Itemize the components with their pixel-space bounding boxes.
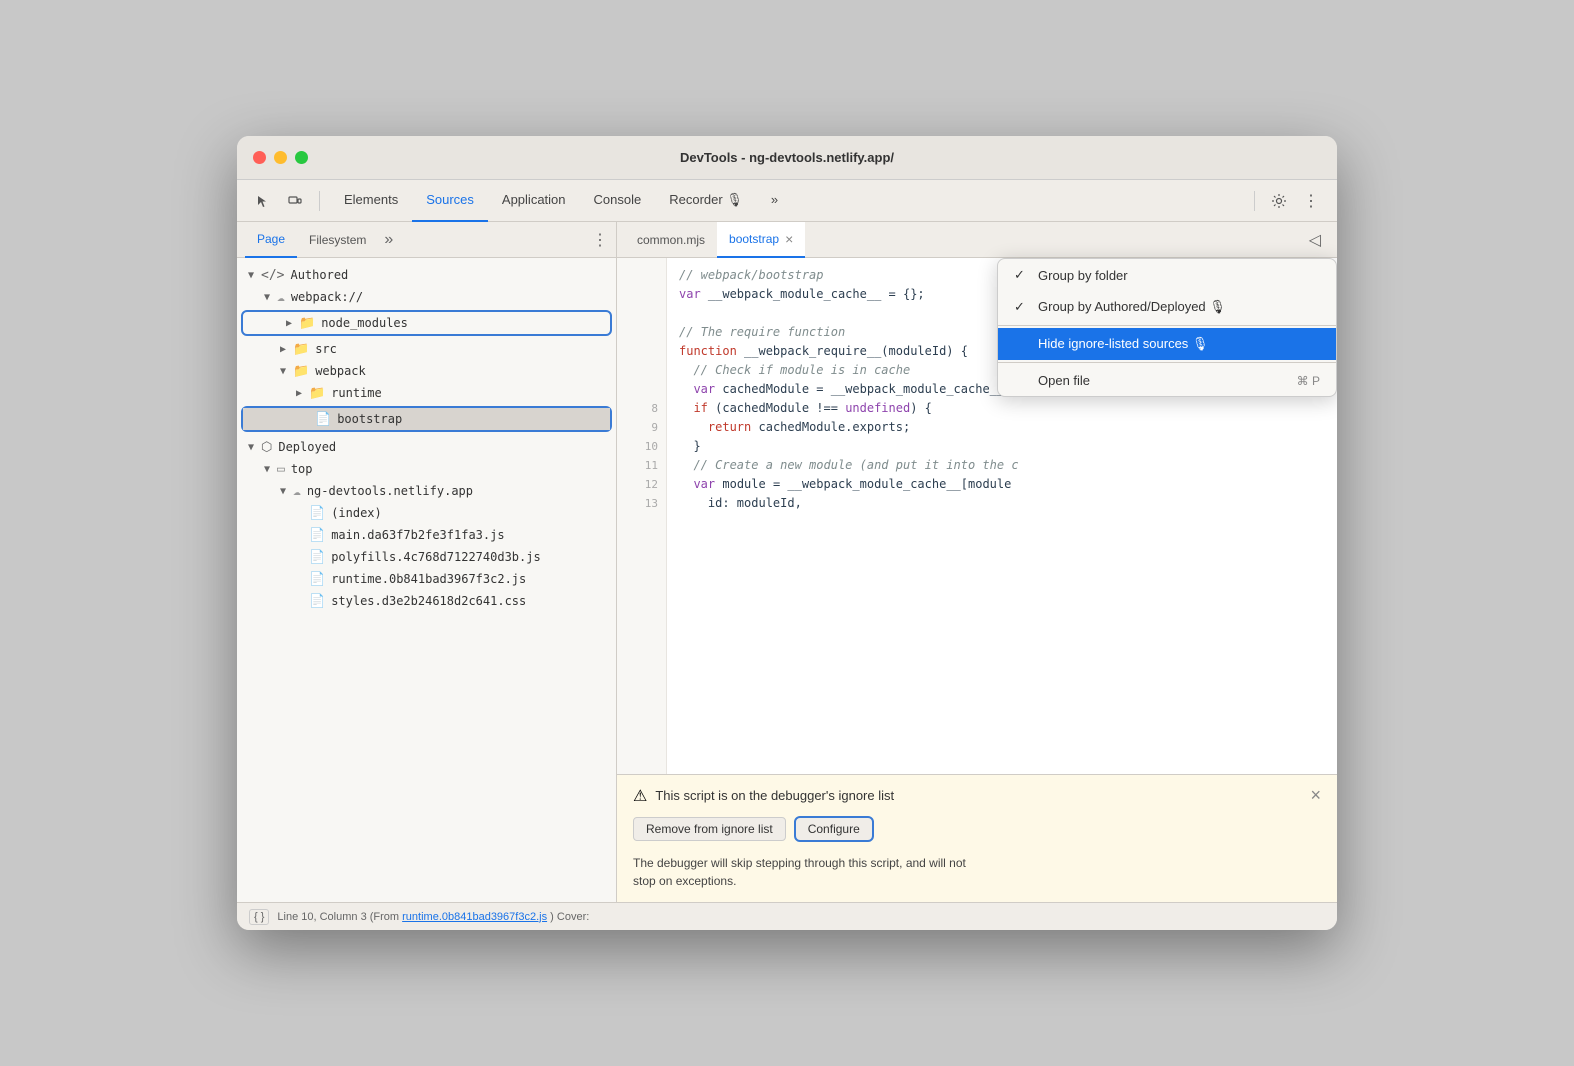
ignore-list-banner: ⚠ This script is on the debugger's ignor…	[617, 774, 1337, 902]
tab-sources[interactable]: Sources	[412, 180, 488, 222]
banner-actions: Remove from ignore list Configure	[617, 812, 1337, 850]
context-menu: ✓ Group by folder ✓ Group by Authored/De…	[997, 258, 1337, 397]
main-content: Page Filesystem » ⋮ ▼ </> Authored	[237, 222, 1337, 902]
right-panel: common.mjs bootstrap × ◁ 8	[617, 222, 1337, 902]
tree-index[interactable]: 📄 (index)	[237, 502, 616, 524]
banner-close-icon[interactable]: ×	[1310, 785, 1321, 806]
banner-header: ⚠ This script is on the debugger's ignor…	[617, 775, 1337, 812]
code-icon: </>	[261, 268, 284, 283]
tree-authored[interactable]: ▼ </> Authored	[237, 264, 616, 286]
cloud-icon-2: ☁	[293, 484, 301, 499]
toolbar-separator	[319, 191, 320, 211]
tree-top[interactable]: ▼ ▭ top	[237, 458, 616, 480]
banner-title: This script is on the debugger's ignore …	[655, 788, 894, 803]
file-icon: 📄	[309, 550, 325, 565]
close-button[interactable]	[253, 151, 266, 164]
node-modules-highlight-border: ▶ 📁 node_modules	[241, 310, 612, 336]
tree-node-modules[interactable]: ▶ 📁 node_modules	[243, 312, 610, 334]
status-bar: { } Line 10, Column 3 (From runtime.0b84…	[237, 902, 1337, 930]
tab-console[interactable]: Console	[580, 180, 656, 222]
tree-runtime[interactable]: ▶ 📁 runtime	[237, 382, 616, 404]
minimize-button[interactable]	[274, 151, 287, 164]
titlebar: DevTools - ng-devtools.netlify.app/	[237, 136, 1337, 180]
file-tree: ▼ </> Authored ▼ ☁ webpack:// ▶ 📁 node_m…	[237, 258, 616, 902]
banner-description: The debugger will skip stepping through …	[617, 850, 1337, 902]
menu-divider-2	[998, 362, 1336, 363]
tab-close-icon[interactable]: ×	[785, 231, 793, 247]
cloud-icon: ☁	[277, 290, 285, 305]
devtools-window: DevTools - ng-devtools.netlify.app/ Elem…	[237, 136, 1337, 930]
panel-tab-more[interactable]: »	[378, 231, 399, 249]
cube-icon: ⬡	[261, 440, 272, 455]
folder-icon: 📁	[299, 316, 315, 331]
file-icon: 📄	[315, 412, 331, 427]
maximize-button[interactable]	[295, 151, 308, 164]
cursor-icon[interactable]	[249, 187, 277, 215]
panel-tab-bar: Page Filesystem » ⋮	[237, 222, 616, 258]
editor-tab-bar: common.mjs bootstrap × ◁	[617, 222, 1337, 258]
menu-open-file[interactable]: Open file ⌘ P	[998, 365, 1336, 396]
tab-application[interactable]: Application	[488, 180, 580, 222]
toolbar-separator-2	[1254, 191, 1255, 211]
panel-tab-page[interactable]: Page	[245, 222, 297, 258]
tree-src[interactable]: ▶ 📁 src	[237, 338, 616, 360]
warning-icon: ⚠	[633, 786, 647, 806]
bootstrap-highlight-border: 📄 bootstrap	[241, 406, 612, 432]
editor-tab-bootstrap[interactable]: bootstrap ×	[717, 222, 805, 258]
window-controls	[253, 151, 308, 164]
configure-button[interactable]: Configure	[794, 816, 874, 842]
tree-runtime-js[interactable]: 📄 runtime.0b841bad3967f3c2.js	[237, 568, 616, 590]
folder-icon: 📁	[293, 364, 309, 379]
cursor-position: Line 10, Column 3 (From runtime.0b841bad…	[277, 911, 589, 923]
collapse-panel-icon[interactable]: ◁	[1301, 230, 1329, 250]
panel-dots-menu[interactable]: ⋮	[592, 230, 608, 250]
tree-webpack-folder[interactable]: ▼ 📁 webpack	[237, 360, 616, 382]
editor-tab-common[interactable]: common.mjs	[625, 222, 717, 258]
tree-styles-css[interactable]: 📄 styles.d3e2b24618d2c641.css	[237, 590, 616, 612]
tree-netlify-app[interactable]: ▼ ☁ ng-devtools.netlify.app	[237, 480, 616, 502]
toolbar-right: ⋮	[1248, 187, 1325, 215]
tree-main-js[interactable]: 📄 main.da63f7b2fe3f1fa3.js	[237, 524, 616, 546]
tab-elements[interactable]: Elements	[330, 180, 412, 222]
device-icon[interactable]	[281, 187, 309, 215]
settings-icon[interactable]	[1265, 187, 1293, 215]
menu-hide-ignore[interactable]: Hide ignore-listed sources 🎙	[998, 328, 1336, 360]
runtime-file-link[interactable]: runtime.0b841bad3967f3c2.js	[402, 911, 547, 923]
rect-icon: ▭	[277, 462, 285, 477]
tree-deployed[interactable]: ▼ ⬡ Deployed	[237, 436, 616, 458]
left-panel: Page Filesystem » ⋮ ▼ </> Authored	[237, 222, 617, 902]
menu-group-authored[interactable]: ✓ Group by Authored/Deployed 🎙	[998, 291, 1336, 323]
menu-group-by-folder[interactable]: ✓ Group by folder	[998, 259, 1336, 291]
folder-icon: 📁	[293, 342, 309, 357]
tab-more[interactable]: »	[757, 180, 792, 222]
window-title: DevTools - ng-devtools.netlify.app/	[680, 150, 894, 165]
tree-polyfills-js[interactable]: 📄 polyfills.4c768d7122740d3b.js	[237, 546, 616, 568]
file-icon: 📄	[309, 594, 325, 609]
main-toolbar: Elements Sources Application Console Rec…	[237, 180, 1337, 222]
menu-divider-1	[998, 325, 1336, 326]
format-icon[interactable]: { }	[249, 909, 269, 925]
more-options-icon[interactable]: ⋮	[1297, 187, 1325, 215]
folder-icon: 📁	[309, 386, 325, 401]
tree-webpack-root[interactable]: ▼ ☁ webpack://	[237, 286, 616, 308]
tree-bootstrap[interactable]: 📄 bootstrap	[243, 408, 610, 430]
file-icon: 📄	[309, 572, 325, 587]
main-tab-bar: Elements Sources Application Console Rec…	[330, 180, 1244, 222]
remove-from-ignore-button[interactable]: Remove from ignore list	[633, 817, 786, 841]
panel-tab-filesystem[interactable]: Filesystem	[297, 222, 378, 258]
file-icon: 📄	[309, 528, 325, 543]
tab-recorder[interactable]: Recorder 🎙	[655, 180, 757, 222]
file-icon: 📄	[309, 506, 325, 521]
